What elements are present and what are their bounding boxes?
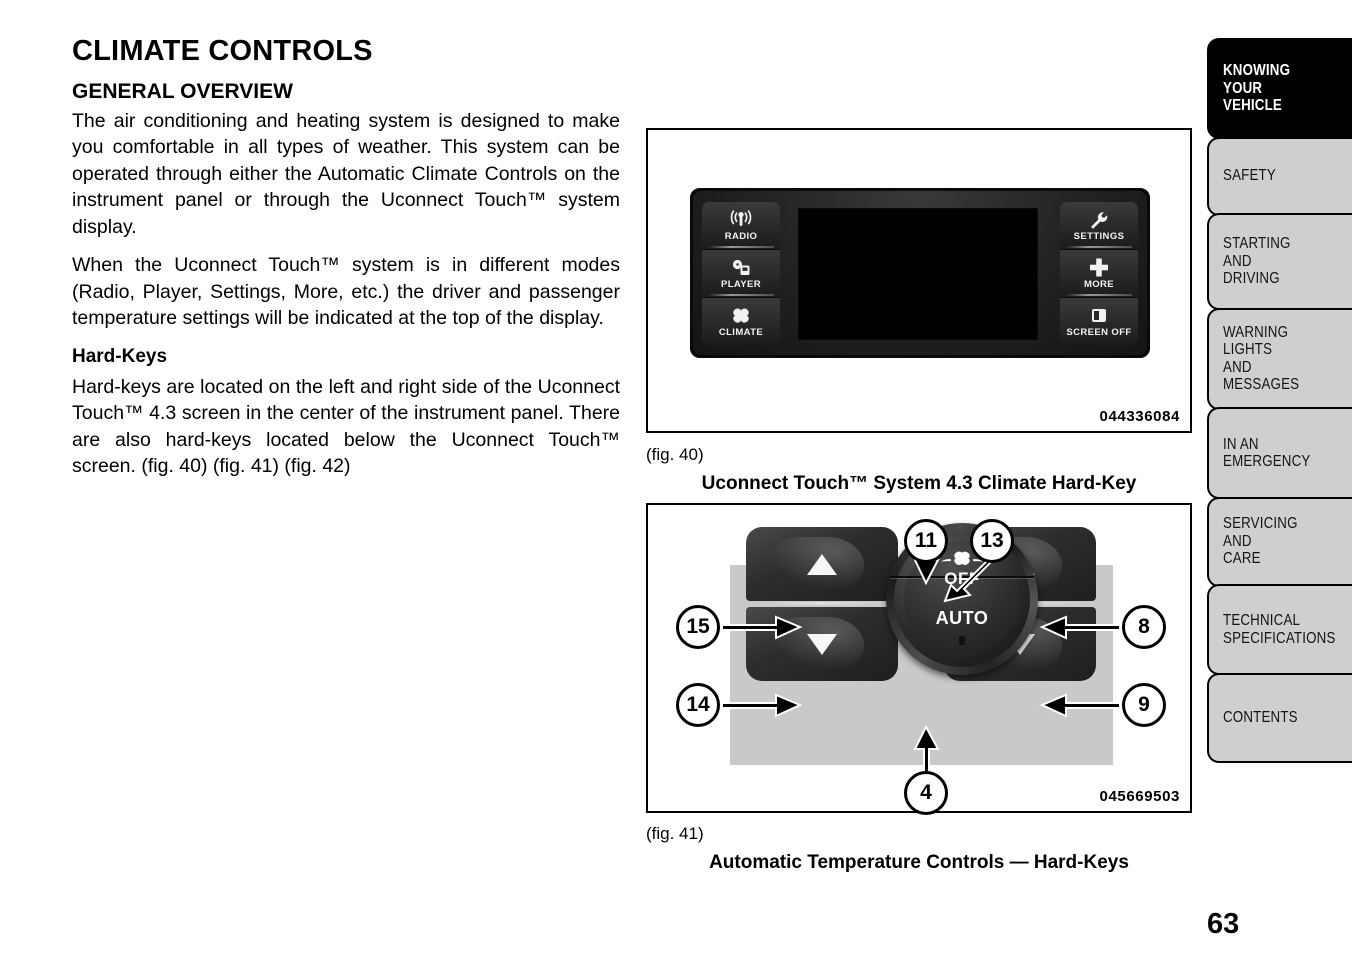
more-hard-key[interactable]: MORE	[1060, 249, 1138, 297]
callout-4: 4	[904, 771, 948, 815]
uconnect-head-unit: RADIO PLAYER CLIMATE SETTINGS MORE SCREE…	[690, 188, 1150, 358]
sidebar-item-technical-specifications[interactable]: TECHNICAL SPECIFICATIONS	[1207, 584, 1352, 675]
player-hard-key-label: PLAYER	[720, 279, 762, 290]
page-title: CLIMATE CONTROLS	[72, 35, 373, 67]
media-player-icon	[728, 257, 754, 278]
page-number: 63	[1207, 908, 1240, 940]
callout-9: 9	[1122, 683, 1166, 727]
sidebar-item-label: CONTENTS	[1223, 708, 1298, 726]
head-unit-left-key-column: RADIO PLAYER CLIMATE	[702, 202, 780, 345]
figure-40-frame: RADIO PLAYER CLIMATE SETTINGS MORE SCREE…	[646, 128, 1192, 433]
figure-40-part-code: 044336084	[1099, 408, 1180, 425]
screen-off-icon	[1088, 305, 1110, 326]
sidebar-item-label: TECHNICAL SPECIFICATIONS	[1223, 612, 1336, 647]
sidebar-item-safety[interactable]: SAFETY	[1207, 136, 1352, 216]
figure-40-reference: (fig. 40)	[646, 445, 704, 464]
fan-blower-icon	[729, 305, 753, 326]
sidebar-item-knowing-your-vehicle[interactable]: KNOWING YOUR VEHICLE	[1207, 38, 1352, 139]
section-heading: GENERAL OVERVIEW	[72, 80, 293, 104]
callout-14: 14	[676, 683, 720, 727]
sidebar-item-starting-and-driving[interactable]: STARTING AND DRIVING	[1207, 213, 1352, 310]
key-highlight-strip	[708, 246, 774, 248]
sidebar-item-in-an-emergency[interactable]: IN AN EMERGENCY	[1207, 407, 1352, 499]
sidebar-item-label: IN AN EMERGENCY	[1223, 435, 1311, 470]
figure-41-reference: (fig. 41)	[646, 824, 704, 843]
figure-41-caption: Automatic Temperature Controls — Hard-Ke…	[709, 852, 1129, 873]
uconnect-touchscreen-display[interactable]	[798, 208, 1038, 340]
player-hard-key[interactable]: PLAYER	[702, 249, 780, 297]
callout-13: 13	[970, 519, 1014, 563]
radio-hard-key[interactable]: RADIO	[702, 202, 780, 249]
screen-off-hard-key[interactable]: SCREEN OFF	[1060, 297, 1138, 345]
callout-8: 8	[1122, 605, 1166, 649]
radio-antenna-icon	[728, 209, 754, 230]
key-highlight-strip	[708, 294, 774, 296]
sidebar-item-label: SERVICING AND CARE	[1223, 515, 1298, 568]
screen-off-hard-key-label: SCREEN OFF	[1066, 327, 1132, 338]
plus-icon	[1087, 257, 1111, 278]
climate-hard-key-label: CLIMATE	[718, 327, 764, 338]
head-unit-right-key-column: SETTINGS MORE SCREEN OFF	[1060, 202, 1138, 345]
sidebar-item-label: KNOWING YOUR VEHICLE	[1223, 62, 1291, 115]
figure-41-frame: OFF AUTO 15 14 11 13 8 9 4 045669503	[646, 503, 1192, 815]
sidebar-item-contents[interactable]: CONTENTS	[1207, 672, 1352, 763]
radio-hard-key-label: RADIO	[724, 231, 758, 242]
settings-hard-key[interactable]: SETTINGS	[1060, 202, 1138, 249]
paragraph-1: The air conditioning and heating system …	[72, 109, 620, 238]
settings-hard-key-label: SETTINGS	[1073, 231, 1125, 242]
climate-hard-key[interactable]: CLIMATE	[702, 297, 780, 345]
callout-15: 15	[676, 605, 720, 649]
sidebar-item-label: SAFETY	[1223, 167, 1276, 185]
article-text-column: CLIMATE CONTROLS GENERAL OVERVIEW The ai…	[72, 36, 620, 492]
wrench-icon	[1087, 209, 1111, 230]
callout-11: 11	[904, 519, 948, 563]
key-highlight-strip	[1066, 246, 1132, 248]
sidebar-item-warning-lights-and-messages[interactable]: WARNING LIGHTS AND MESSAGES	[1207, 307, 1352, 410]
subheading-hard-keys: Hard-Keys	[72, 345, 168, 367]
sidebar-item-servicing-and-care[interactable]: SERVICING AND CARE	[1207, 496, 1352, 587]
paragraph-3: Hard-keys are located on the left and ri…	[72, 375, 620, 478]
figure-40-caption: Uconnect Touch™ System 4.3 Climate Hard-…	[701, 473, 1137, 494]
sidebar-item-label: STARTING AND DRIVING	[1223, 235, 1291, 288]
more-hard-key-label: MORE	[1083, 279, 1115, 290]
sidebar-item-label: WARNING LIGHTS AND MESSAGES	[1223, 323, 1300, 393]
key-highlight-strip	[1066, 294, 1132, 296]
chapter-tab-sidebar: KNOWING YOUR VEHICLE SAFETY STARTING AND DRI…	[1207, 38, 1352, 763]
paragraph-2: When the Uconnect Touch™ system is in di…	[72, 254, 620, 330]
